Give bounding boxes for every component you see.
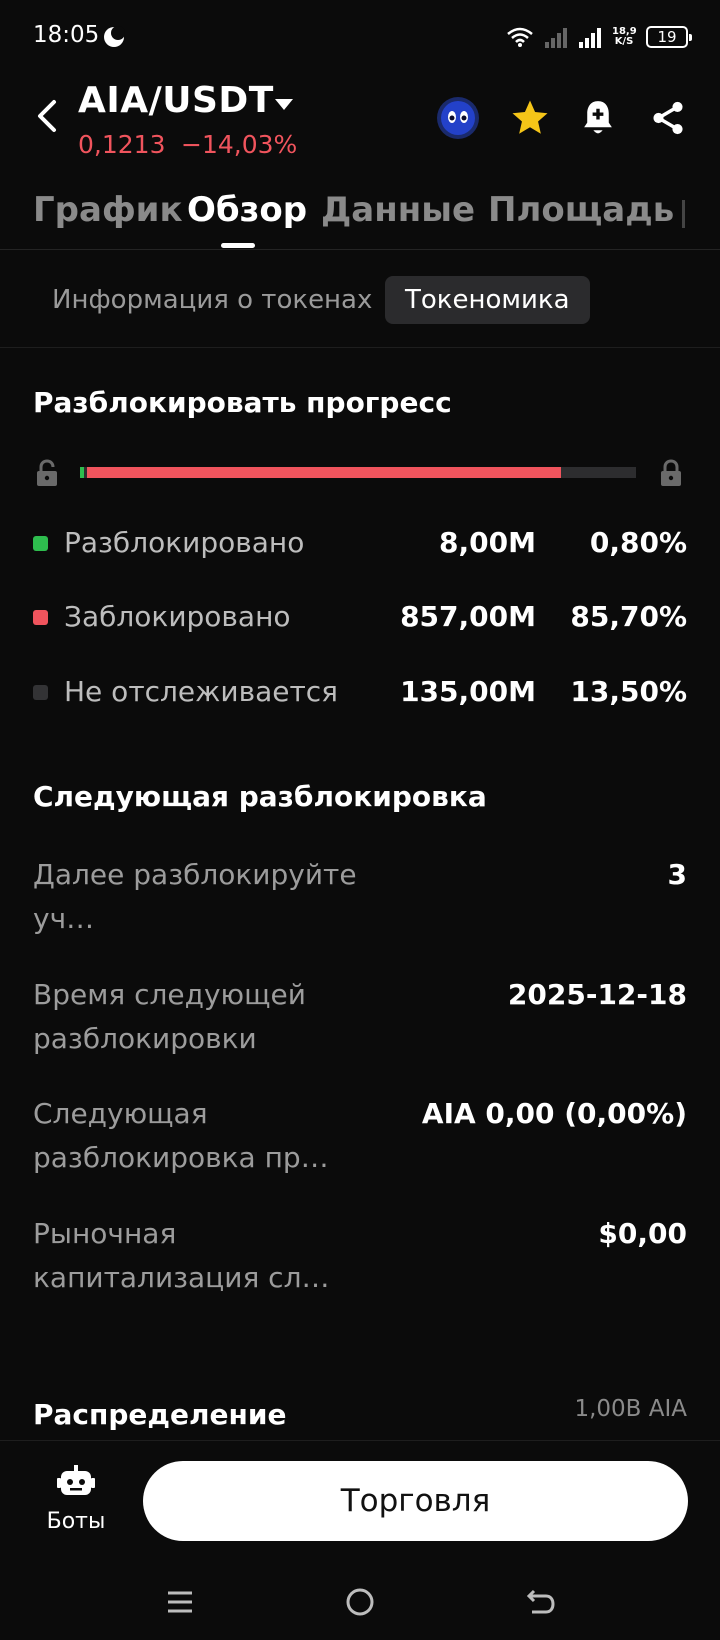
- subtab-token-info[interactable]: Информация о токенах: [52, 276, 372, 324]
- progress-locked-segment: [87, 467, 561, 478]
- pair-title[interactable]: AIA/USDT: [78, 80, 274, 121]
- next-unlock-title: Следующая разблокировка: [33, 780, 487, 813]
- bell-plus-icon[interactable]: [574, 94, 622, 142]
- next-unlock-value: AIA 0,00 (0,00%): [421, 1097, 687, 1130]
- legend-unlocked: Разблокировано 8,00M 0,80%: [0, 522, 720, 566]
- distribution-title: Распределение: [33, 1398, 287, 1431]
- star-icon[interactable]: [506, 94, 554, 142]
- status-right: 18,9 K/S 19: [506, 22, 692, 52]
- tabs-overflow-fade: [670, 190, 720, 240]
- home-icon[interactable]: [340, 1582, 380, 1622]
- unlock-progress-bar: [0, 455, 720, 491]
- next-unlock-value: $0,00: [598, 1217, 687, 1250]
- legend-dot-untracked: [33, 685, 48, 700]
- status-bar: 18:05 18,9 K/S 19: [0, 0, 720, 74]
- battery-indicator: 19: [646, 26, 692, 48]
- subtab-tokenomics[interactable]: Токеномика: [385, 276, 590, 324]
- next-unlock-label: Далее разблокируйте уч…: [33, 858, 357, 935]
- pair-header: AIA/USDT 0,1213 −14,03%: [0, 74, 720, 174]
- legend-label: Не отслеживается: [64, 675, 338, 708]
- robot-icon: [57, 1465, 95, 1495]
- back-icon[interactable]: [30, 96, 64, 136]
- token-avatar-icon[interactable]: [434, 94, 482, 142]
- signal-weak-icon: [545, 28, 567, 48]
- last-price: 0,1213: [78, 130, 166, 159]
- sub-tabs: Информация о токенах Токеномика: [0, 250, 720, 348]
- progress-untracked-segment: [563, 467, 636, 478]
- caret-down-icon[interactable]: [272, 92, 296, 116]
- legend-label: Заблокировано: [64, 600, 291, 633]
- tab-square[interactable]: Площадь: [488, 190, 674, 230]
- legend-dot-unlocked: [33, 536, 48, 551]
- tab-indicator: [221, 243, 255, 248]
- legend-percent: 13,50%: [570, 675, 687, 708]
- tab-chart[interactable]: График: [33, 190, 183, 230]
- distribution-total: 1,00B AIA: [574, 1396, 687, 1422]
- menu-icon[interactable]: [160, 1582, 200, 1622]
- progress-unlocked-segment: [80, 467, 85, 478]
- status-time: 18:05: [33, 22, 100, 48]
- legend-locked: Заблокировано 857,00M 85,70%: [0, 596, 720, 640]
- next-unlock-label: Рыночная капитализация сл…: [33, 1217, 330, 1294]
- bots-label: Боты: [46, 1509, 106, 1534]
- next-unlock-value: 3: [667, 858, 687, 891]
- do-not-disturb-icon: [104, 26, 125, 47]
- system-nav-bar: [0, 1560, 720, 1640]
- unlock-progress-title: Разблокировать прогресс: [33, 386, 452, 419]
- bottom-action-bar: Боты Торговля: [0, 1440, 720, 1550]
- next-unlock-label: Время следующей разблокировки: [33, 978, 306, 1055]
- back-nav-icon[interactable]: [520, 1582, 560, 1622]
- tab-data[interactable]: Данные: [321, 190, 475, 230]
- unlock-icon: [37, 459, 57, 486]
- legend-untracked: Не отслеживается 135,00M 13,50%: [0, 671, 720, 715]
- legend-label: Разблокировано: [64, 526, 305, 559]
- price-change: −14,03%: [181, 130, 298, 159]
- trade-button[interactable]: Торговля: [143, 1461, 688, 1541]
- legend-dot-locked: [33, 610, 48, 625]
- net-speed: 18,9 K/S: [612, 27, 637, 47]
- net-speed-unit: K/S: [614, 36, 634, 47]
- wifi-icon: [507, 27, 533, 47]
- main-tabs: График Обзор Данные Площадь: [0, 180, 720, 250]
- lock-icon: [661, 459, 681, 486]
- legend-percent: 0,80%: [589, 526, 687, 559]
- progress-track: [80, 467, 636, 478]
- bots-button[interactable]: Боты: [40, 1465, 112, 1534]
- signal-icon: [579, 28, 601, 48]
- next-unlock-value: 2025-12-18: [507, 978, 687, 1011]
- share-icon[interactable]: [644, 94, 692, 142]
- legend-amount: 8,00M: [439, 526, 536, 559]
- tab-overflow-marker: [682, 200, 685, 228]
- tab-overview[interactable]: Обзор: [187, 190, 307, 230]
- legend-percent: 85,70%: [570, 600, 687, 633]
- next-unlock-label: Следующая разблокировка пр…: [33, 1097, 329, 1174]
- legend-amount: 857,00M: [400, 600, 536, 633]
- legend-amount: 135,00M: [400, 675, 536, 708]
